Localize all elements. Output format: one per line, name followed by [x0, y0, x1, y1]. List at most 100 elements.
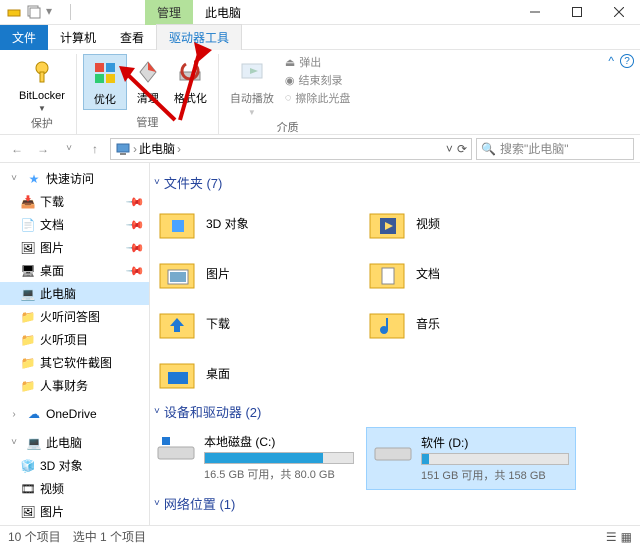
network-section-header[interactable]: ˅ 网络位置 (1)	[150, 490, 630, 519]
drive-c-usage: 16.5 GB 可用，共 80.0 GB	[204, 466, 354, 482]
search-icon: 🔍	[481, 142, 496, 156]
erase-button[interactable]: ◌擦除此光盘	[285, 90, 351, 106]
item-count: 10 个项目	[8, 528, 61, 545]
tab-computer[interactable]: 计算机	[48, 25, 108, 50]
tab-file[interactable]: 文件	[0, 25, 48, 50]
pin-icon: 📌	[125, 260, 145, 280]
details-view-icon[interactable]: ☰	[606, 530, 617, 544]
app-icon	[6, 4, 22, 20]
folder-icon: 📁	[20, 309, 36, 325]
breadcrumb-dropdown-icon[interactable]: ˅	[446, 142, 453, 156]
tab-view[interactable]: 查看	[108, 25, 156, 50]
pc-icon: 💻	[20, 286, 36, 302]
tree-folder-1[interactable]: 📁火听问答图	[0, 305, 149, 328]
folder-icon	[156, 252, 198, 294]
document-icon: 📄	[20, 217, 36, 233]
up-button[interactable]: ↑	[84, 138, 106, 160]
folder-documents[interactable]: 文档	[360, 248, 570, 298]
folder-icon	[366, 252, 408, 294]
autoplay-button[interactable]: 自动播放 ▼	[225, 54, 279, 119]
folder-icon	[156, 202, 198, 244]
titlebar: ▾ 管理 此电脑	[0, 0, 640, 25]
breadcrumb[interactable]: › 此电脑 › ˅ ⟳	[110, 138, 472, 160]
chevron-down-icon: ˅	[154, 498, 160, 509]
close-button[interactable]	[598, 0, 640, 25]
pictures-icon: 🖼	[20, 240, 36, 256]
finalize-button[interactable]: ◉结束刻录	[285, 72, 351, 88]
folder-icon: 📁	[20, 332, 36, 348]
tree-pictures[interactable]: 🖼图片📌	[0, 236, 149, 259]
drives-section-header[interactable]: ˅ 设备和驱动器 (2)	[150, 398, 630, 427]
pc-icon: 💻	[26, 435, 42, 451]
tree-desktop[interactable]: 🖥桌面📌	[0, 259, 149, 282]
tree-this-pc-pinned[interactable]: 💻此电脑	[0, 282, 149, 305]
drive-icon	[156, 433, 196, 465]
folder-icon	[156, 302, 198, 344]
chevron-down-icon: ˅	[6, 435, 22, 451]
drive-c[interactable]: 本地磁盘 (C:) 16.5 GB 可用，共 80.0 GB	[150, 427, 360, 490]
tree-documents[interactable]: 📄文档📌	[0, 213, 149, 236]
refresh-icon[interactable]: ⟳	[457, 142, 467, 156]
ribbon-tab-row: 文件 计算机 查看 驱动器工具	[0, 25, 640, 50]
drive-d-label: 软件 (D:)	[421, 434, 569, 451]
tree-onedrive[interactable]: ›☁OneDrive	[0, 403, 149, 425]
folders-section-header[interactable]: ˅ 文件夹 (7)	[150, 169, 630, 198]
properties-icon[interactable]	[26, 4, 42, 20]
folder-pictures[interactable]: 图片	[150, 248, 360, 298]
folder-music[interactable]: 音乐	[360, 298, 570, 348]
drive-d-usage: 151 GB 可用，共 158 GB	[421, 467, 569, 483]
3d-icon: 🧊	[20, 458, 36, 474]
folder-videos[interactable]: 视频	[360, 198, 570, 248]
video-icon: 🎞	[20, 481, 36, 497]
tree-downloads[interactable]: 📥下载📌	[0, 190, 149, 213]
eject-button[interactable]: ⏏弹出	[285, 54, 351, 70]
main-content: ˅ 文件夹 (7) 3D 对象 视频 图片 文档 下载 音乐 桌面 ˅ 设备和驱…	[150, 163, 640, 525]
dropdown-icon[interactable]: ▾	[46, 4, 62, 20]
annotation-arrow-2	[170, 40, 220, 130]
folder-icon: 📁	[20, 355, 36, 371]
drive-d[interactable]: 软件 (D:) 151 GB 可用，共 158 GB	[366, 427, 576, 490]
erase-icon: ◌	[285, 92, 292, 104]
folder-downloads[interactable]: 下载	[150, 298, 360, 348]
tree-folder-3[interactable]: 📁其它软件截图	[0, 351, 149, 374]
folder-icon	[366, 202, 408, 244]
download-icon: 📥	[20, 194, 36, 210]
statusbar: 10 个项目 选中 1 个项目 ☰ ▦	[0, 525, 640, 547]
chevron-right-icon: ›	[6, 406, 22, 422]
ribbon: BitLocker ▼ 保护 优化 清理 格式化	[0, 50, 640, 135]
eject-icon: ⏏	[285, 56, 295, 69]
chevron-down-icon: ˅	[154, 177, 160, 188]
tree-quick-access[interactable]: ˅ ★ 快速访问	[0, 167, 149, 190]
maximize-button[interactable]	[556, 0, 598, 25]
tree-3d-objects[interactable]: 🧊3D 对象	[0, 454, 149, 477]
tree-pictures-2[interactable]: 🖼图片	[0, 500, 149, 523]
tree-folder-2[interactable]: 📁火听项目	[0, 328, 149, 351]
tree-folder-4[interactable]: 📁人事财务	[0, 374, 149, 397]
back-button[interactable]: ←	[6, 138, 28, 160]
folder-icon: 📁	[20, 378, 36, 394]
forward-button[interactable]: →	[32, 138, 54, 160]
minimize-button[interactable]	[514, 0, 556, 25]
drive-icon	[373, 434, 413, 466]
folder-desktop[interactable]: 桌面	[150, 348, 360, 398]
chevron-down-icon: ˅	[154, 406, 160, 417]
large-icons-view-icon[interactable]: ▦	[621, 530, 632, 544]
folder-3d-objects[interactable]: 3D 对象	[150, 198, 360, 248]
navbar: ← → ˅ ↑ › 此电脑 › ˅ ⟳ 🔍 搜索"此电脑"	[0, 135, 640, 163]
tree-this-pc[interactable]: ˅💻此电脑	[0, 431, 149, 454]
bitlocker-button[interactable]: BitLocker ▼	[14, 54, 70, 115]
window-title: 此电脑	[193, 0, 253, 25]
sidebar: ˅ ★ 快速访问 📥下载📌 📄文档📌 🖼图片📌 🖥桌面📌 💻此电脑 📁火听问答图…	[0, 163, 150, 525]
recent-dropdown[interactable]: ˅	[58, 138, 80, 160]
disc-icon: ◉	[285, 74, 295, 87]
folder-icon	[366, 302, 408, 344]
search-input[interactable]: 🔍 搜索"此电脑"	[476, 138, 634, 160]
tree-videos[interactable]: 🎞视频	[0, 477, 149, 500]
help-icon[interactable]: ?	[620, 54, 634, 68]
collapse-ribbon-icon[interactable]: ^	[608, 54, 614, 68]
desktop-icon: 🖥	[20, 263, 36, 279]
star-icon: ★	[26, 171, 42, 187]
manage-context-tab[interactable]: 管理	[145, 0, 193, 25]
pc-icon	[115, 141, 131, 157]
chevron-down-icon: ˅	[6, 171, 22, 187]
